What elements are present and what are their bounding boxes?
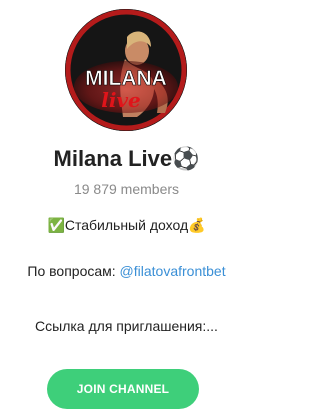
channel-avatar[interactable]: MILANA live	[65, 9, 187, 131]
contact-username-link[interactable]: @filatovafrontbet	[120, 263, 226, 279]
avatar-script-text: live	[101, 88, 141, 112]
contact-label: По вопросам:	[27, 263, 120, 279]
avatar-artwork: MILANA live	[65, 9, 187, 131]
description-line-income: ✅Стабильный доход💰	[47, 217, 206, 233]
channel-title: Milana Live⚽	[53, 146, 200, 171]
avatar-logo-text: MILANA	[85, 67, 167, 90]
description-line-invite: Ссылка для приглашения:...	[35, 318, 218, 334]
description-line-contact: По вопросам: @filatovafrontbet	[0, 263, 253, 279]
join-channel-button[interactable]: JOIN CHANNEL	[47, 369, 199, 409]
member-count: 19 879 members	[73, 181, 180, 197]
